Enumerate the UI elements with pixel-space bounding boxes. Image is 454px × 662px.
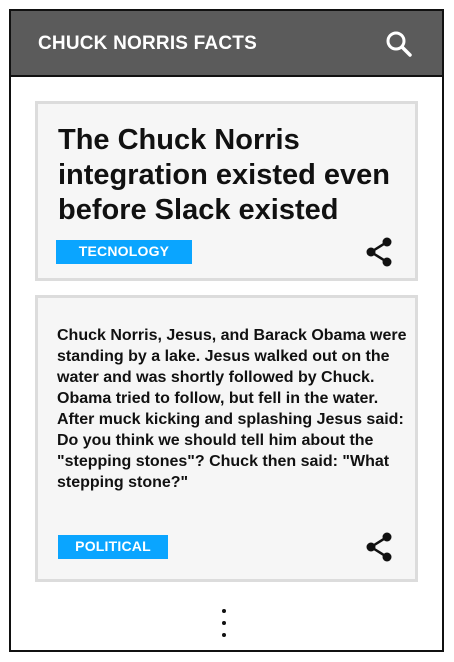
more-vert-icon: [222, 609, 226, 637]
search-button[interactable]: [382, 27, 416, 61]
share-button[interactable]: [364, 237, 394, 267]
fact-text: Chuck Norris, Jesus, and Barack Obama we…: [57, 327, 407, 491]
fact-card: The Chuck Norris integration existed eve…: [35, 101, 418, 281]
search-icon: [386, 31, 412, 57]
app-bar: CHUCK NORRIS FACTS: [11, 11, 442, 77]
category-tag[interactable]: TECNOLOGY: [56, 240, 192, 264]
share-button[interactable]: [364, 532, 394, 562]
more-options-button[interactable]: [215, 606, 233, 642]
fact-text: The Chuck Norris integration existed eve…: [58, 124, 390, 226]
app-screen: CHUCK NORRIS FACTS The Chuck Norris inte…: [9, 9, 444, 652]
fact-card: Chuck Norris, Jesus, and Barack Obama we…: [35, 295, 418, 582]
share-icon: [366, 237, 392, 267]
app-title: CHUCK NORRIS FACTS: [38, 33, 257, 54]
share-icon: [366, 532, 392, 562]
category-tag[interactable]: POLITICAL: [58, 535, 168, 559]
